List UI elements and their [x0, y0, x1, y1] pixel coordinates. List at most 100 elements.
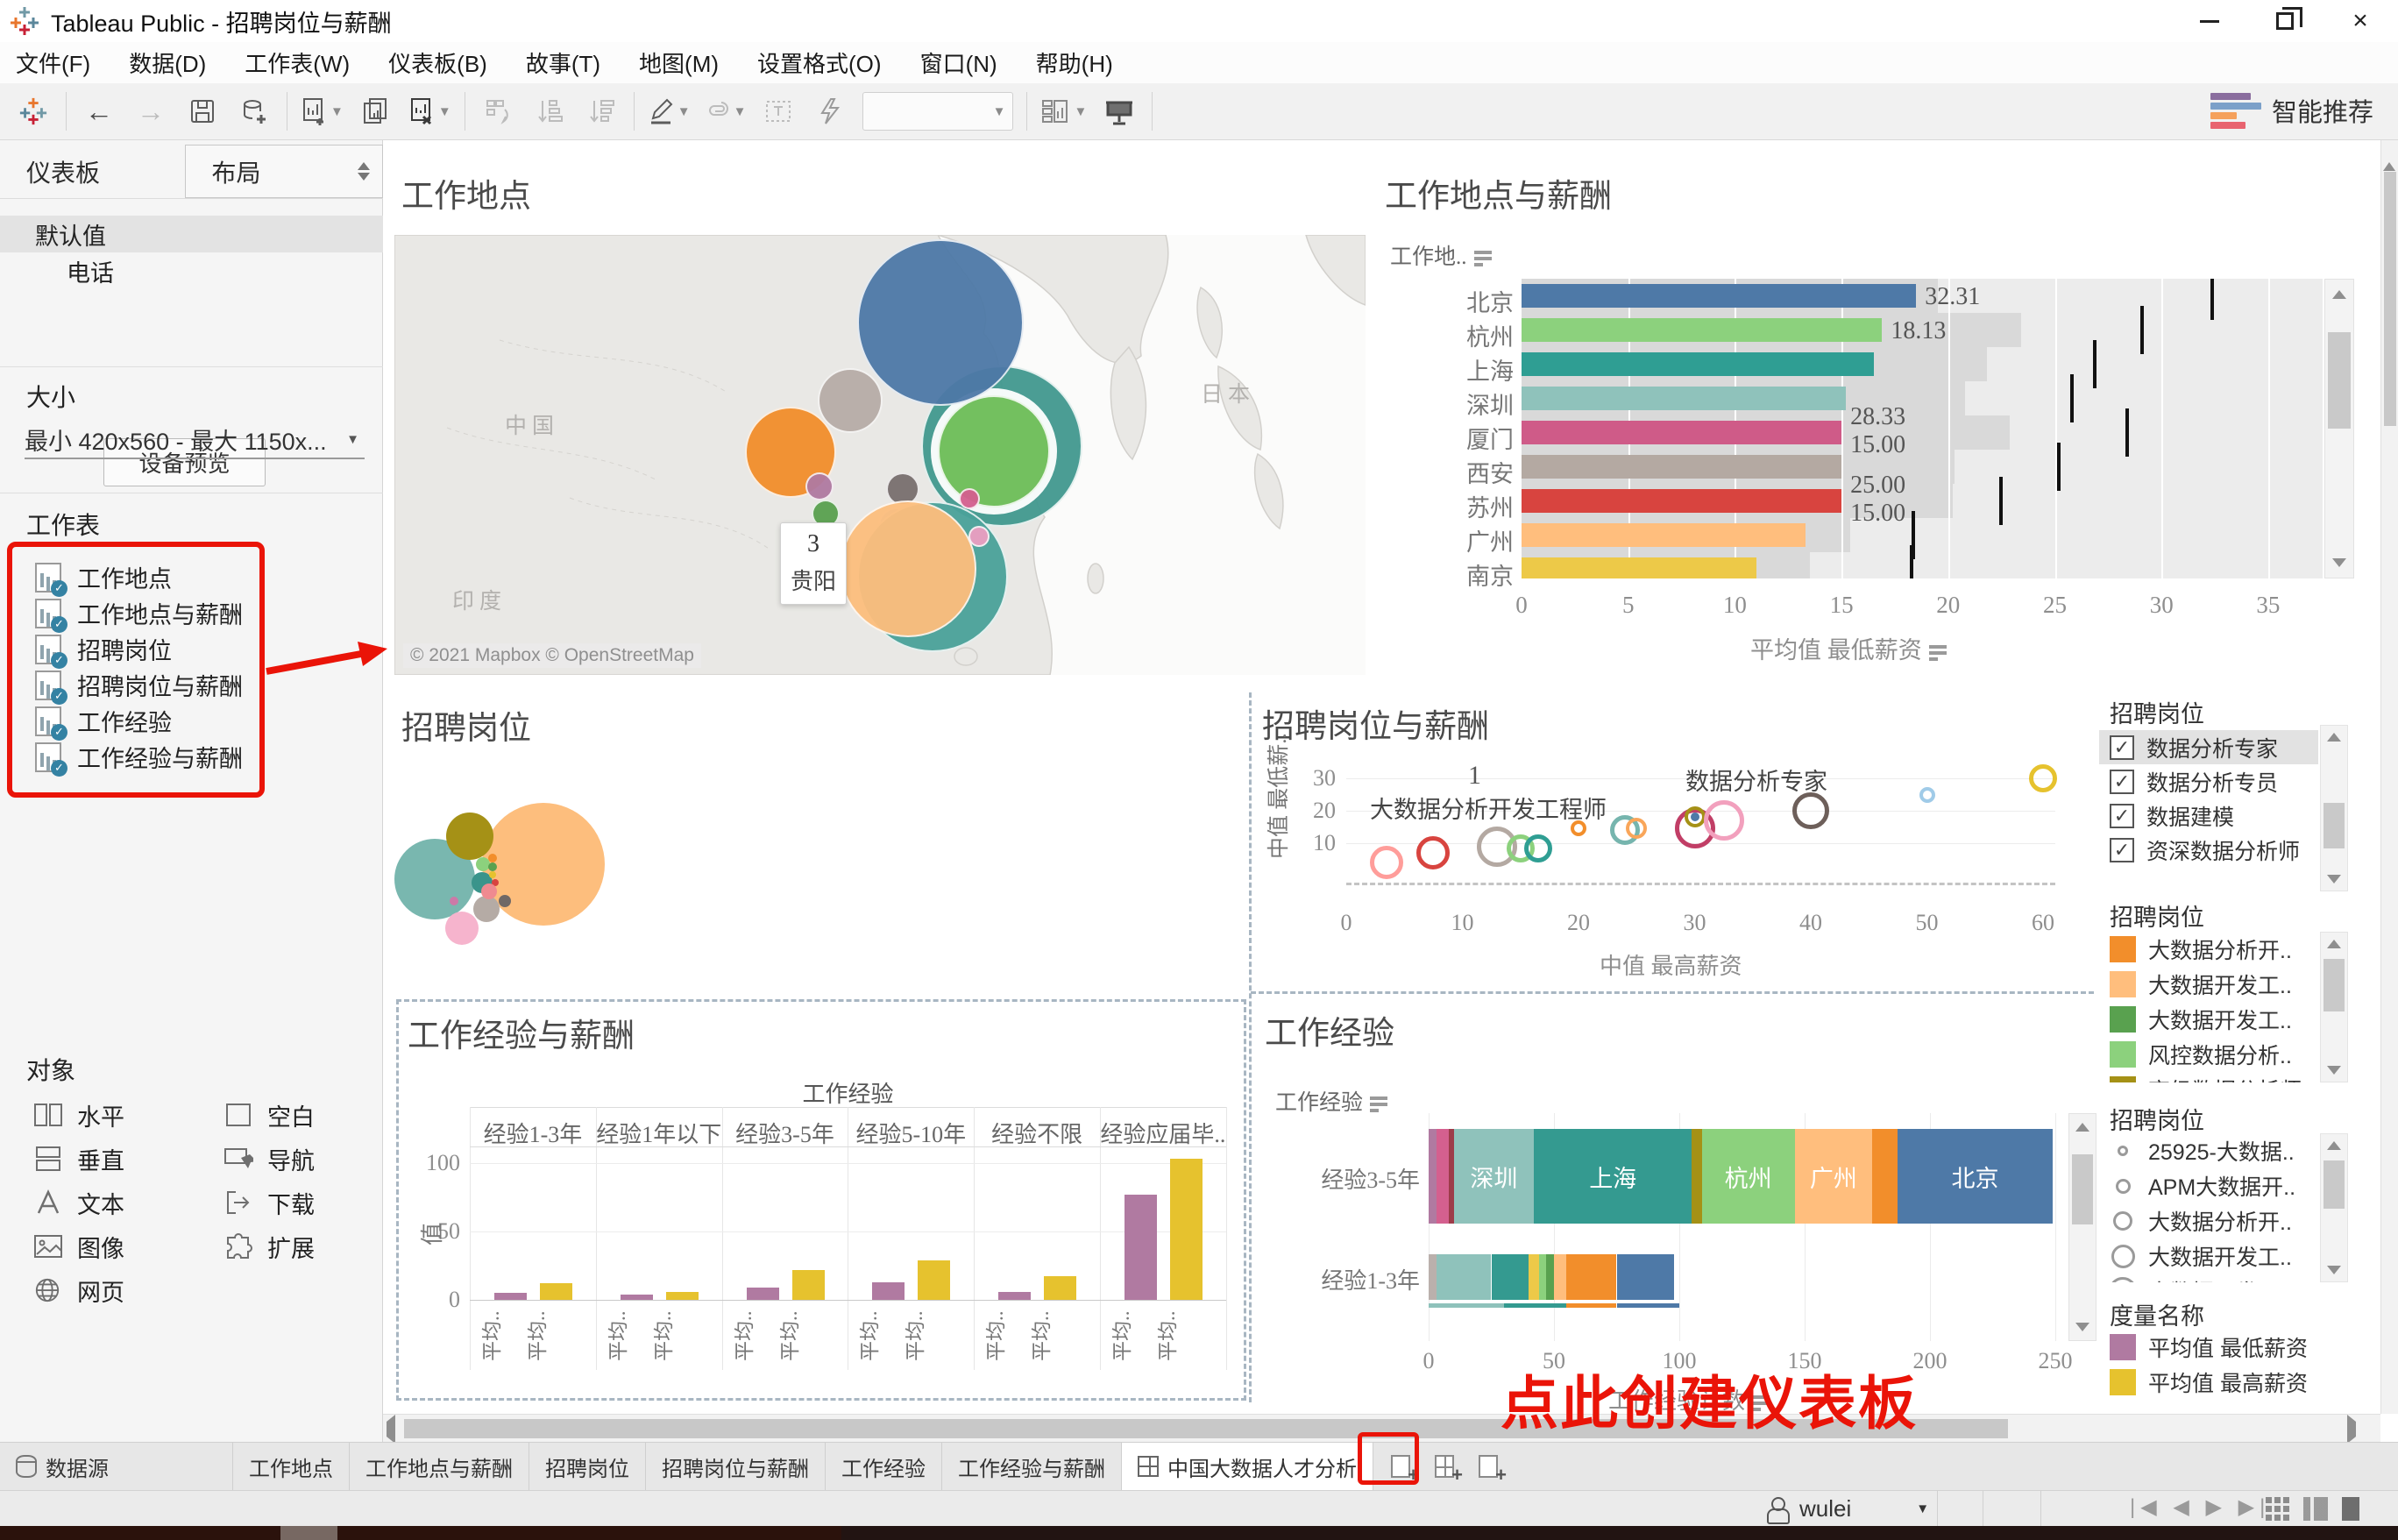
shape-item-大数据开发工..[interactable]: 大数据开发工.. — [2110, 1238, 2318, 1274]
segment-[interactable] — [1546, 1254, 1554, 1300]
new-dashboard-tab-button[interactable] — [1422, 1443, 1466, 1490]
row-label-上海[interactable]: 上海 — [1408, 352, 1514, 387]
legend-scrollbar[interactable] — [2320, 932, 2348, 1082]
checkbox[interactable]: ✓ — [2110, 804, 2134, 828]
row-label-北京[interactable]: 北京 — [1408, 284, 1514, 318]
presentation-mode-button[interactable] — [1100, 90, 1139, 132]
color-item-大数据分析开..[interactable]: 大数据分析开.. — [2110, 932, 2318, 967]
segment-北京[interactable]: 北京 — [1898, 1129, 2053, 1224]
new-worksheet-button[interactable]: ▼ — [301, 90, 344, 132]
show-cards-button[interactable]: ▼ — [1040, 90, 1087, 132]
segment-[interactable] — [1617, 1254, 1675, 1300]
tab-active-dashboard[interactable]: 中国大数据人才分析 — [1122, 1443, 1373, 1490]
row-label-杭州[interactable]: 杭州 — [1408, 318, 1514, 352]
exp-scrollbar[interactable] — [2068, 1113, 2096, 1341]
row-label-深圳[interactable]: 深圳 — [1408, 387, 1514, 421]
scatter-point[interactable] — [1919, 787, 1935, 803]
gantt-tick-上海[interactable] — [2093, 340, 2096, 388]
text-object-button[interactable] — [759, 90, 798, 132]
scroll-up[interactable] — [2327, 1141, 2341, 1150]
exp-scrollbar-thumb[interactable] — [2072, 1154, 2093, 1224]
segment-[interactable] — [1554, 1254, 1566, 1300]
segment-[interactable] — [1429, 1129, 1437, 1224]
menu-帮助(H)[interactable]: 帮助(H) — [1036, 46, 1113, 79]
row-label-广州[interactable]: 广州 — [1408, 523, 1514, 557]
job-bubble[interactable] — [473, 896, 500, 922]
tab-datasource[interactable]: 数据源 — [0, 1443, 233, 1490]
gantt-tick-北京[interactable] — [2210, 279, 2214, 320]
menu-数据(D)[interactable]: 数据(D) — [129, 46, 206, 79]
show-tabs-icon[interactable] — [2266, 1497, 2289, 1521]
row-label[interactable]: 经验1-3年 — [1297, 1263, 1420, 1295]
object-下载[interactable]: 下载 — [223, 1183, 399, 1222]
job-bubble[interactable] — [489, 871, 496, 878]
bar-经验应届毕..-平均值 最低薪资[interactable] — [1125, 1195, 1157, 1300]
gantt-tick-杭州[interactable] — [2140, 306, 2144, 354]
row-label[interactable]: 经验3-5年 — [1297, 1162, 1420, 1195]
filter-item-资深数据分析师[interactable]: ✓资深数据分析师 — [2099, 833, 2318, 867]
map-view[interactable]: 中国日本印度 3 贵阳 © 2021 Mapbox © OpenStreetMa… — [394, 235, 1366, 675]
close-button[interactable]: × — [2323, 0, 2398, 42]
bar-苏州[interactable] — [1522, 489, 1841, 513]
measure-item-平均值 最低薪资[interactable]: 平均值 最低薪资 — [2110, 1330, 2355, 1365]
scatter-point[interactable] — [1704, 800, 1744, 841]
scroll-up[interactable] — [2327, 733, 2341, 742]
bar-南京[interactable] — [1522, 557, 1756, 578]
measure-item-平均值 最高薪资[interactable]: 平均值 最高薪资 — [2110, 1365, 2355, 1400]
loc-scrollbar-thumb[interactable] — [2328, 332, 2351, 429]
highlight-button[interactable]: ▼ — [648, 90, 691, 132]
show-filmstrip-icon[interactable] — [2303, 1497, 2328, 1521]
menu-设置格式(O)[interactable]: 设置格式(O) — [757, 46, 882, 79]
sort-ascending-button[interactable] — [530, 90, 569, 132]
size-default-item[interactable]: 默认值 — [0, 216, 383, 252]
legend-scrollbar[interactable] — [2320, 725, 2348, 891]
shape-item-大数据分析开..[interactable]: 大数据分析开.. — [2110, 1203, 2318, 1238]
scroll-thumb[interactable] — [2324, 1160, 2345, 1209]
menu-窗口(N)[interactable]: 窗口(N) — [920, 46, 997, 79]
undo-button[interactable]: ← — [80, 90, 118, 132]
job-bubble[interactable] — [481, 884, 497, 899]
segment-上海[interactable]: 上海 — [1534, 1129, 1692, 1224]
gantt-tick-厦门[interactable] — [2125, 408, 2129, 457]
color-item-大数据开发工..[interactable]: 大数据开发工.. — [2110, 967, 2318, 1002]
tab-工作经验[interactable]: 工作经验 — [826, 1443, 942, 1490]
scatter-point[interactable] — [2029, 764, 2057, 792]
gantt-tick-深圳[interactable] — [2070, 374, 2074, 422]
scatter-point[interactable] — [1370, 846, 1403, 879]
checkbox[interactable]: ✓ — [2110, 735, 2134, 760]
show-sheet-icon[interactable] — [2342, 1497, 2359, 1521]
worksheet-experience-salary[interactable]: 工作经验与薪酬 工作经验经验1-3年经验1年以下经验3-5年经验5-10年经验不… — [396, 999, 1246, 1401]
tab-dashboard[interactable]: 仪表板 — [0, 145, 185, 198]
checkbox[interactable]: ✓ — [2110, 770, 2134, 794]
object-图像[interactable]: 图像 — [33, 1227, 209, 1266]
job-bubble[interactable] — [446, 813, 493, 860]
segment-[interactable] — [1872, 1129, 1898, 1224]
tab-layout[interactable]: 布局 — [185, 145, 384, 198]
bar-西安[interactable] — [1522, 455, 1841, 479]
redo-button[interactable]: → — [131, 90, 170, 132]
object-导航[interactable]: 导航 — [223, 1139, 399, 1178]
scroll-thumb[interactable] — [2324, 803, 2345, 848]
scroll-down[interactable] — [2327, 875, 2341, 884]
save-button[interactable] — [183, 90, 222, 132]
segment-[interactable] — [1692, 1129, 1701, 1224]
fit-lightning-button[interactable] — [811, 90, 849, 132]
gantt-tick-苏州[interactable] — [1999, 477, 2003, 525]
bar-经验应届毕..-平均值 最高薪资[interactable] — [1170, 1159, 1203, 1300]
segment-[interactable] — [1429, 1254, 1437, 1300]
annotation-button[interactable]: ▼ — [704, 90, 747, 132]
segment-[interactable] — [1437, 1254, 1492, 1300]
job-bubble[interactable] — [445, 912, 479, 945]
bar-杭州[interactable] — [1522, 318, 1882, 342]
filter-item-数据建模[interactable]: ✓数据建模 — [2099, 798, 2318, 833]
row-label-厦门[interactable]: 厦门 — [1408, 421, 1514, 455]
duplicate-sheet-button[interactable] — [357, 90, 395, 132]
shape-item-25925-大数据..[interactable]: 25925-大数据.. — [2110, 1133, 2318, 1168]
tab-招聘岗位与薪酬[interactable]: 招聘岗位与薪酬 — [646, 1443, 826, 1490]
tab-工作地点[interactable]: 工作地点 — [233, 1443, 350, 1490]
sheet-navigation-buttons[interactable]: |◀ ◀ ▶ ▶| — [2130, 1494, 2270, 1520]
menu-故事(T)[interactable]: 故事(T) — [526, 46, 600, 79]
tab-招聘岗位[interactable]: 招聘岗位 — [529, 1443, 646, 1490]
sort-descending-button[interactable] — [582, 90, 621, 132]
restore-button[interactable] — [2247, 0, 2323, 42]
